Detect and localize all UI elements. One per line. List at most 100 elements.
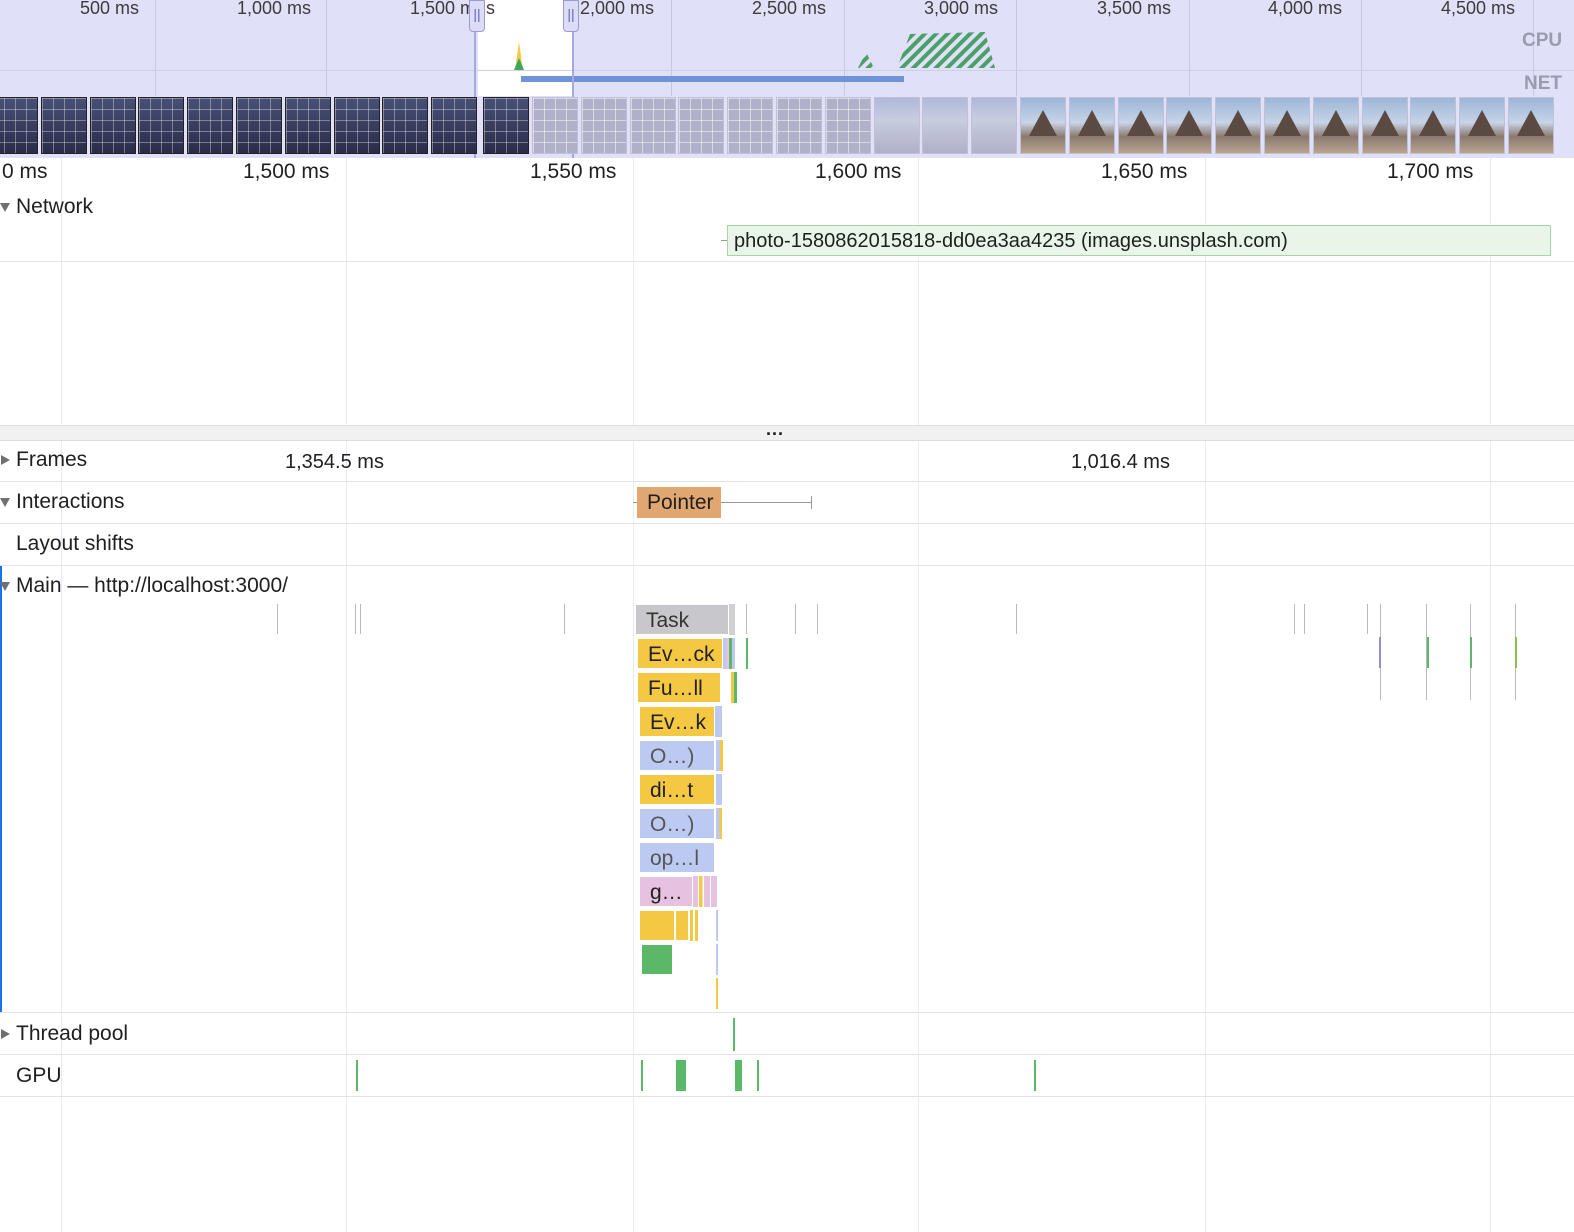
flame-sliver[interactable] (716, 978, 718, 1009)
flame-slivers[interactable] (690, 910, 698, 941)
network-request-bar[interactable]: photo-1580862015818-dd0ea3aa4235 (images… (727, 225, 1551, 256)
thread-pool-event[interactable] (733, 1018, 735, 1051)
task-tick[interactable] (1294, 604, 1295, 634)
filmstrip-screenshot[interactable] (1020, 97, 1066, 154)
flame-function-call[interactable]: Fu…ll (637, 672, 721, 703)
filmstrip-screenshot[interactable] (873, 97, 920, 154)
gpu-task[interactable] (641, 1060, 643, 1091)
flame-sliver[interactable] (715, 706, 722, 737)
filmstrip-screenshot[interactable] (971, 97, 1018, 154)
task-tick[interactable] (817, 604, 818, 634)
filmstrip-screenshot[interactable] (187, 97, 234, 154)
filmstrip-screenshot[interactable] (0, 97, 38, 154)
interactions-expand-toggle[interactable] (0, 498, 10, 507)
frames-track-label[interactable]: Frames (16, 448, 87, 472)
task-tick[interactable] (1304, 604, 1305, 634)
network-expand-toggle[interactable] (0, 203, 10, 212)
flame-dispatch[interactable]: di…t (639, 774, 715, 805)
flame-slivers[interactable] (731, 672, 737, 703)
timeline-overview[interactable]: 500 ms 1,000 ms 1,500 ms s 2,000 ms 2,50… (0, 0, 1574, 158)
filmstrip-screenshot[interactable] (629, 97, 676, 154)
selection-right-handle[interactable]: || (563, 0, 579, 32)
flame-slivers[interactable] (693, 876, 717, 907)
task-tick[interactable] (360, 604, 361, 634)
flame-task-tail[interactable] (729, 604, 735, 635)
filmstrip-screenshot[interactable] (1410, 97, 1457, 154)
pointer-interaction[interactable]: Pointer (637, 487, 721, 518)
task-tick[interactable] (564, 604, 565, 634)
task-tick[interactable] (1367, 604, 1368, 634)
network-track-label[interactable]: Network (16, 195, 93, 219)
filmstrip-screenshot[interactable] (431, 97, 478, 154)
filmstrip-screenshot[interactable] (483, 97, 530, 154)
filmstrip-screenshot[interactable] (284, 97, 331, 154)
flame-other[interactable]: O…) (639, 740, 715, 771)
task-tick[interactable] (795, 604, 796, 634)
filmstrip-screenshot[interactable] (678, 97, 725, 154)
gpu-task[interactable] (1034, 1060, 1036, 1091)
script-tick[interactable] (1379, 637, 1381, 668)
thread-pool-track-label[interactable]: Thread pool (16, 1022, 128, 1046)
frame-duration[interactable]: 1,016.4 ms (1071, 451, 1170, 474)
gpu-task[interactable] (676, 1060, 686, 1091)
filmstrip-screenshot[interactable] (1312, 97, 1359, 154)
gpu-task[interactable] (735, 1060, 742, 1091)
flame-sliver[interactable] (716, 774, 722, 805)
filmstrip-screenshot[interactable] (1459, 97, 1506, 154)
filmstrip-screenshot[interactable] (580, 97, 627, 154)
flame-task[interactable]: Task (635, 604, 729, 635)
paint-tick[interactable] (1515, 637, 1517, 668)
filmstrip-screenshot[interactable] (824, 97, 871, 154)
task-tick[interactable] (355, 604, 356, 634)
flame-scripting-block[interactable] (639, 910, 675, 941)
flame-paint[interactable] (641, 944, 673, 975)
thread-pool-expand-toggle[interactable] (1, 1029, 10, 1039)
track-splitter[interactable] (0, 425, 1574, 441)
interactions-track-label[interactable]: Interactions (16, 490, 125, 514)
flame-sliver[interactable] (716, 910, 718, 941)
flame-sliver[interactable] (716, 944, 718, 975)
flame-event-k[interactable]: Ev…k (639, 706, 715, 737)
filmstrip-screenshot[interactable] (1068, 97, 1115, 154)
filmstrip-screenshot[interactable] (1215, 97, 1262, 154)
filmstrip-screenshot[interactable] (776, 97, 822, 154)
filmstrip-screenshot[interactable] (1166, 97, 1213, 154)
frame-duration[interactable]: 1,354.5 ms (285, 451, 384, 474)
filmstrip-screenshot[interactable] (532, 97, 578, 154)
flame-sliver[interactable] (716, 808, 722, 839)
task-tick[interactable] (1016, 604, 1017, 634)
filmstrip-screenshot[interactable] (727, 97, 774, 154)
flame-sliver[interactable] (746, 638, 748, 669)
filmstrip-screenshot[interactable] (1508, 97, 1554, 154)
filmstrip-screenshot[interactable] (236, 97, 282, 154)
task-tick[interactable] (746, 604, 747, 634)
filmstrip-screenshot[interactable] (382, 97, 429, 154)
gpu-task[interactable] (757, 1060, 759, 1091)
filmstrip-screenshot[interactable] (1264, 97, 1310, 154)
flame-slivers[interactable] (723, 638, 735, 669)
task-tick[interactable] (277, 604, 278, 634)
flame-rendering[interactable]: g… (639, 876, 693, 907)
paint-tick[interactable] (1427, 637, 1429, 668)
flame-sliver[interactable] (716, 740, 723, 771)
layout-shifts-track-label[interactable]: Layout shifts (16, 532, 134, 556)
selection-left-handle[interactable]: || (469, 0, 485, 32)
splitter-grip[interactable]: ... (766, 419, 784, 440)
filmstrip-screenshot[interactable] (138, 97, 185, 154)
filmstrip-screenshot[interactable] (40, 97, 87, 154)
main-expand-toggle[interactable] (0, 582, 10, 591)
flame-other[interactable]: O…) (639, 808, 715, 839)
paint-tick[interactable] (1470, 637, 1472, 668)
filmstrip-screenshot[interactable] (1117, 97, 1164, 154)
main-track-label[interactable]: Main — http://localhost:3000/ (16, 574, 288, 598)
filmstrip-screenshot[interactable] (922, 97, 969, 154)
filmstrip-screenshot[interactable] (89, 97, 136, 154)
flame-operation[interactable]: op…l (639, 842, 715, 873)
flame-event-click[interactable]: Ev…ck (637, 638, 723, 669)
flame-scripting-block[interactable] (675, 910, 689, 941)
filmstrip-screenshot[interactable] (1361, 97, 1408, 154)
gpu-task[interactable] (356, 1060, 358, 1091)
filmstrip-screenshot[interactable] (333, 97, 380, 154)
gpu-track-label[interactable]: GPU (16, 1064, 62, 1088)
frames-expand-toggle[interactable] (1, 455, 10, 465)
